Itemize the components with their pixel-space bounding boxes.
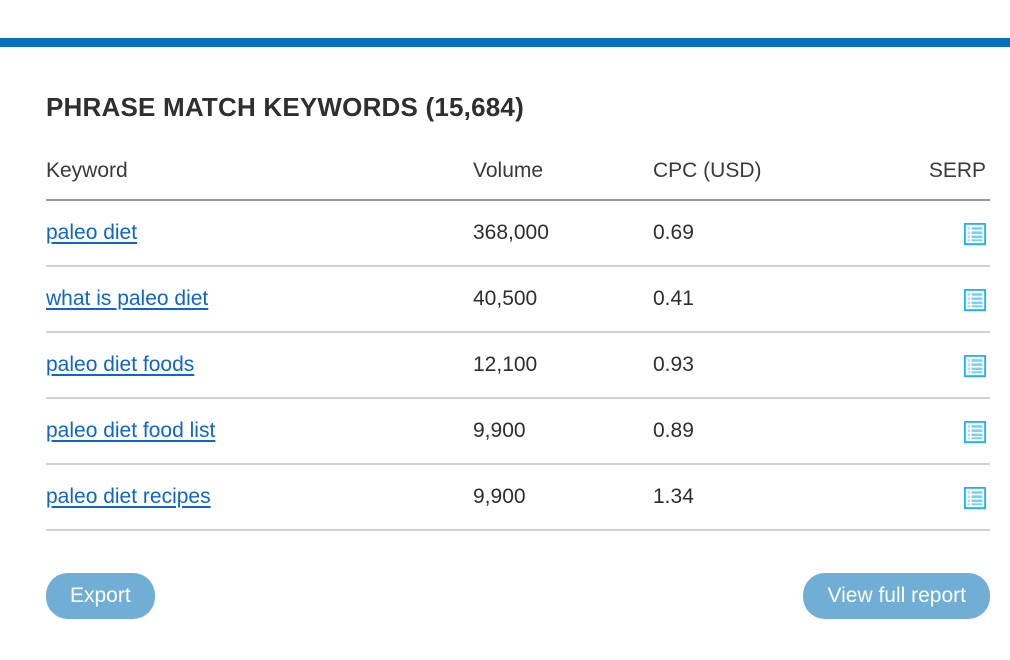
table-row: paleo diet foods 12,100 0.93 <box>46 332 990 400</box>
volume-cell: 9,900 <box>473 398 653 466</box>
serp-cell <box>905 266 990 334</box>
page-title: PHRASE MATCH KEYWORDS (15,684) <box>46 92 524 122</box>
cpc-cell: 0.41 <box>653 266 905 334</box>
serp-list-icon[interactable] <box>963 485 987 510</box>
keyword-cell: paleo diet food list <box>46 398 473 466</box>
column-header-cpc: CPC (USD) <box>653 159 905 202</box>
phrase-match-keywords-panel: PHRASE MATCH KEYWORDS (15,684) Keyword V… <box>0 0 1010 660</box>
volume-cell: 368,000 <box>473 200 653 268</box>
volume-cell: 12,100 <box>473 332 653 400</box>
serp-list-icon[interactable] <box>963 353 987 378</box>
view-full-report-button[interactable]: View full report <box>803 573 990 620</box>
top-accent-bar <box>0 38 1010 47</box>
serp-list-icon[interactable] <box>963 287 987 312</box>
cpc-cell: 0.89 <box>653 398 905 466</box>
keywords-table: Keyword Volume CPC (USD) SERP paleo diet… <box>46 159 990 532</box>
keyword-cell: what is paleo diet <box>46 266 473 334</box>
volume-cell: 40,500 <box>473 266 653 334</box>
serp-cell <box>905 332 990 400</box>
column-header-keyword: Keyword <box>46 159 473 202</box>
cpc-cell: 0.69 <box>653 200 905 268</box>
table-header-row: Keyword Volume CPC (USD) SERP <box>46 159 990 202</box>
volume-cell: 9,900 <box>473 464 653 532</box>
keyword-link[interactable]: paleo diet foods <box>46 353 194 376</box>
table-row: paleo diet recipes 9,900 1.34 <box>46 464 990 532</box>
keyword-cell: paleo diet <box>46 200 473 268</box>
serp-cell <box>905 398 990 466</box>
serp-list-icon[interactable] <box>963 419 987 444</box>
serp-list-icon[interactable] <box>963 221 987 246</box>
panel-content: PHRASE MATCH KEYWORDS (15,684) Keyword V… <box>0 47 1010 620</box>
keyword-link[interactable]: paleo diet recipes <box>46 485 211 508</box>
cpc-cell: 1.34 <box>653 464 905 532</box>
keyword-cell: paleo diet recipes <box>46 464 473 532</box>
table-row: paleo diet food list 9,900 0.89 <box>46 398 990 466</box>
keyword-cell: paleo diet foods <box>46 332 473 400</box>
table-header: Keyword Volume CPC (USD) SERP <box>46 159 990 202</box>
serp-cell <box>905 200 990 268</box>
export-button[interactable]: Export <box>46 573 155 620</box>
table-body: paleo diet 368,000 0.69 what is paleo di… <box>46 200 990 532</box>
footer-actions: Export View full report <box>46 573 990 620</box>
serp-cell <box>905 464 990 532</box>
table-row: what is paleo diet 40,500 0.41 <box>46 266 990 334</box>
keyword-link[interactable]: paleo diet <box>46 221 137 244</box>
keyword-link[interactable]: paleo diet food list <box>46 419 215 442</box>
cpc-cell: 0.93 <box>653 332 905 400</box>
column-header-volume: Volume <box>473 159 653 202</box>
top-white-spacer <box>0 0 1010 38</box>
keyword-link[interactable]: what is paleo diet <box>46 287 208 310</box>
table-row: paleo diet 368,000 0.69 <box>46 200 990 268</box>
column-header-serp: SERP <box>905 159 990 202</box>
